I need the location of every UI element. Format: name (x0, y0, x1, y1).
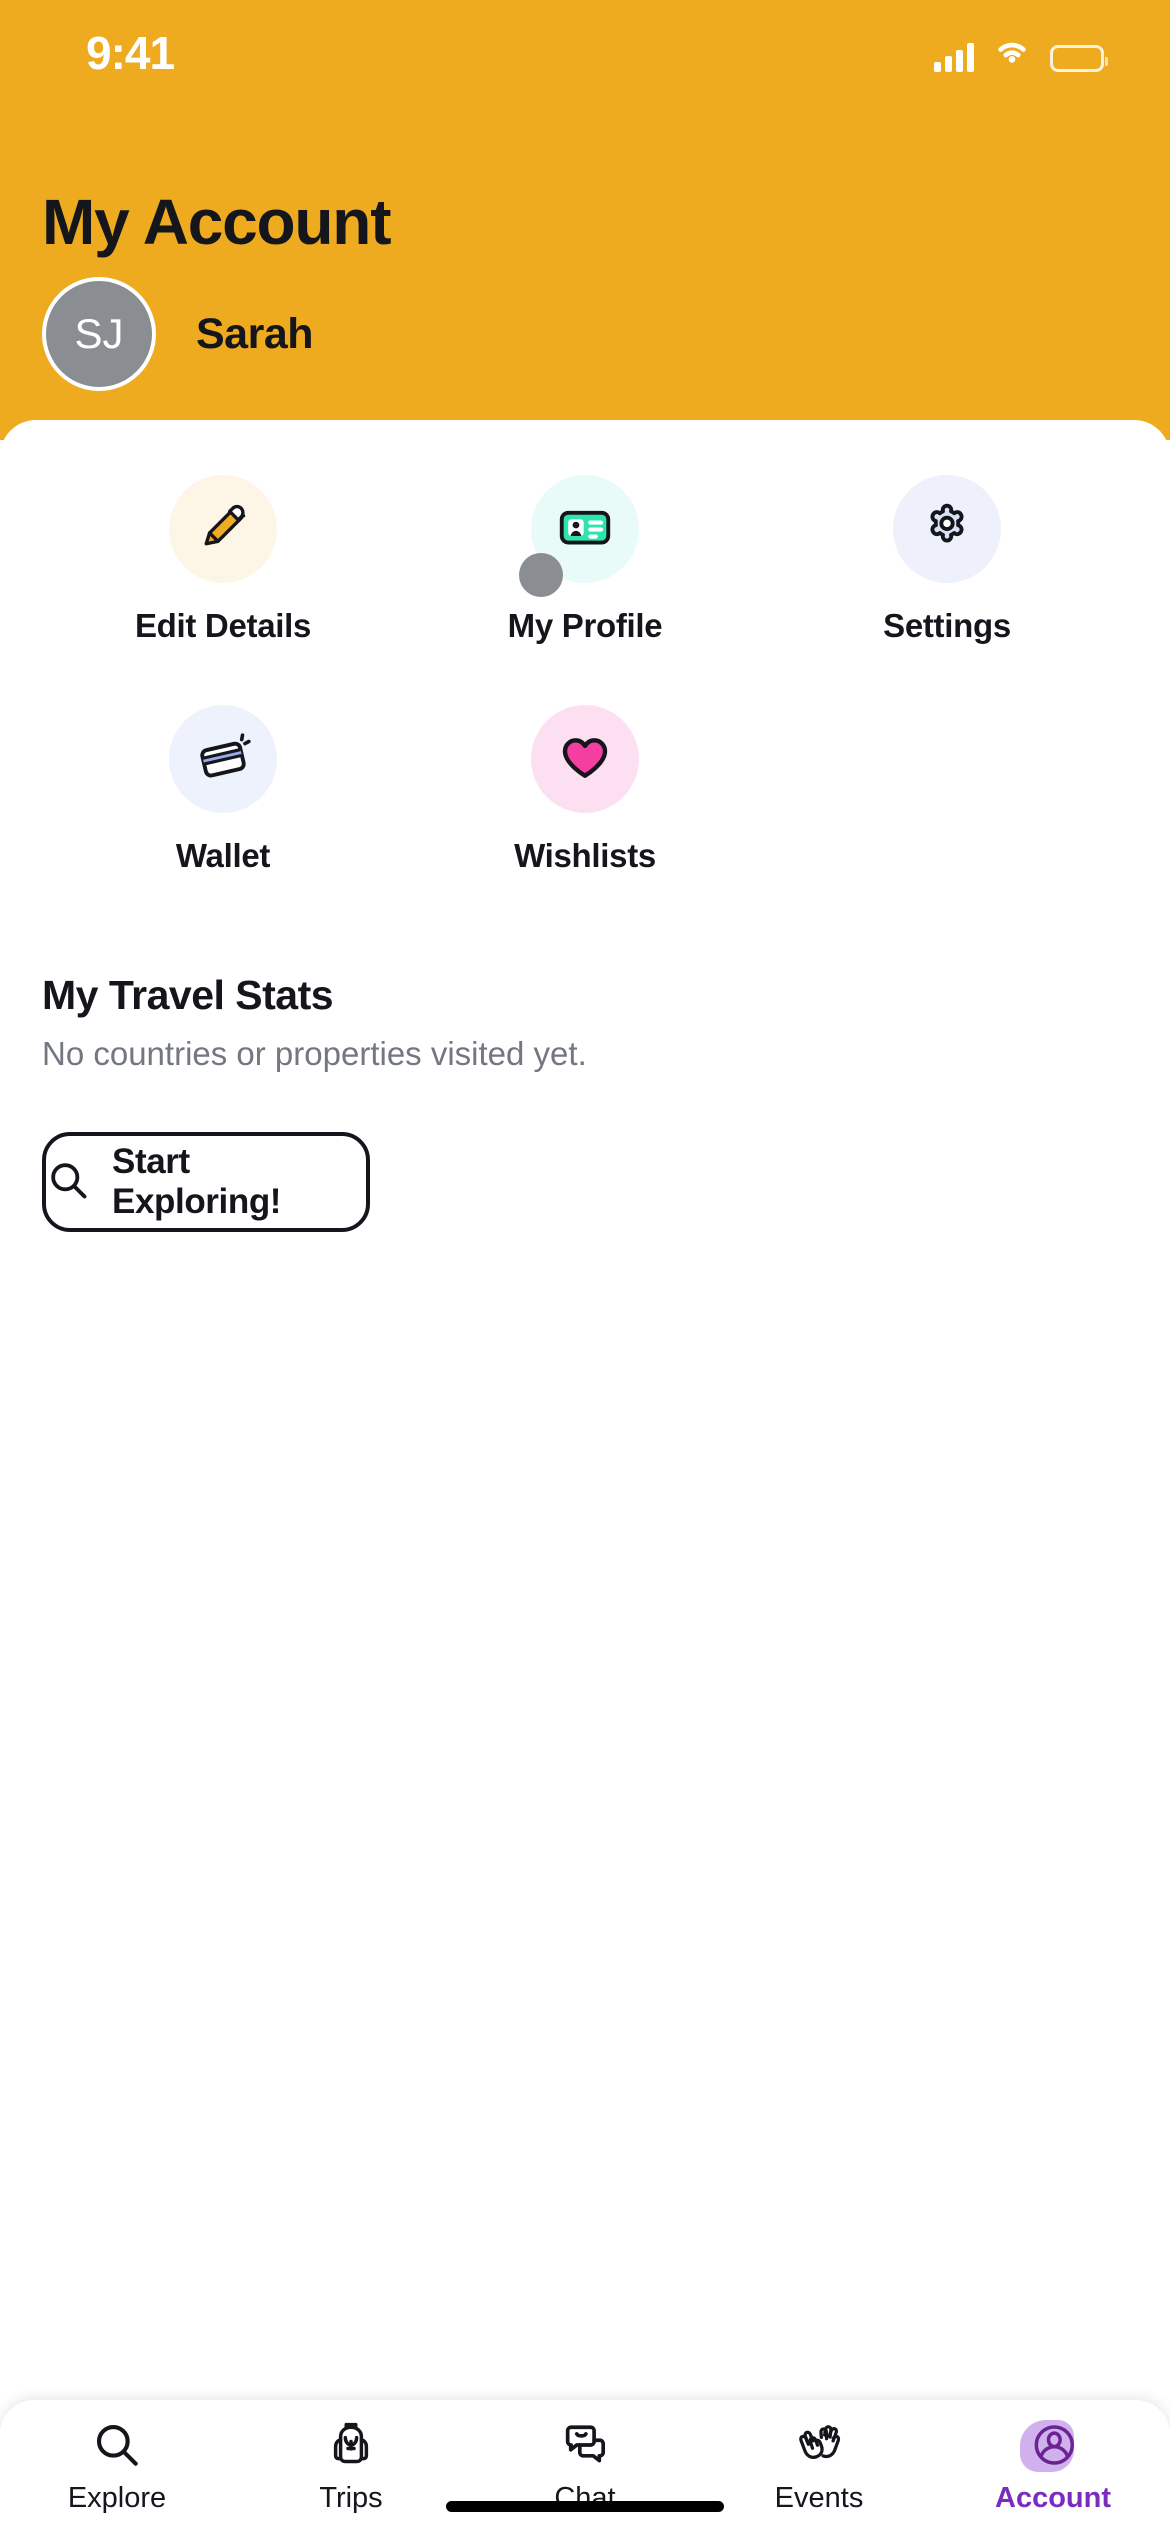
high-five-hands-icon (788, 2414, 850, 2476)
status-bar-icons (934, 30, 1108, 72)
action-label: My Profile (507, 607, 663, 644)
battery-icon (1050, 45, 1108, 72)
action-icon-bubble (531, 705, 639, 813)
action-icon-bubble (169, 705, 277, 813)
travel-stats-empty-message: No countries or properties visited yet. (42, 1035, 587, 1072)
tab-label: Account (995, 2482, 1111, 2514)
user-name: Sarah (196, 309, 314, 358)
avatar-initials: SJ (74, 310, 124, 357)
avatar[interactable]: SJ (42, 277, 156, 391)
tab-label: Trips (319, 2482, 383, 2514)
user-identity[interactable]: SJ Sarah (42, 277, 314, 391)
action-icon-bubble (893, 475, 1001, 583)
quick-actions-row-2: Wallet Wishlists (42, 705, 1128, 875)
backpack-icon (320, 2414, 382, 2476)
action-label: Wallet (175, 837, 271, 874)
start-exploring-label: Start Exploring! (112, 1142, 282, 1221)
id-card-icon (554, 496, 616, 563)
tab-chat[interactable]: Chat (468, 2400, 702, 2532)
quick-actions-grid: Edit Details My Profile Settings Wallet … (42, 475, 1128, 875)
action-my-profile[interactable]: My Profile (404, 475, 766, 645)
status-bar: 9:41 (0, 0, 1170, 110)
action-grid-spacer (766, 705, 1128, 875)
user-circle-icon (1020, 2414, 1084, 2476)
action-label: Edit Details (134, 607, 312, 644)
tab-trips[interactable]: Trips (234, 2400, 468, 2532)
account-content-sheet: Edit Details My Profile Settings Wallet … (0, 420, 1170, 2532)
action-label: Wishlists (514, 837, 656, 874)
travel-stats-section: My Travel Stats No countries or properti… (42, 972, 1128, 1073)
cellular-signal-icon (934, 42, 974, 72)
bottom-tab-bar: Explore Trips Chat Events Account (0, 2400, 1170, 2532)
tab-label: Explore (67, 2482, 167, 2514)
action-wallet[interactable]: Wallet (42, 705, 404, 875)
account-header: 9:41 My Account SJ Sarah (0, 0, 1170, 440)
action-wishlists[interactable]: Wishlists (404, 705, 766, 875)
tab-label: Events (774, 2482, 864, 2514)
search-icon (86, 2414, 148, 2476)
tab-account[interactable]: Account (936, 2400, 1170, 2532)
action-icon-bubble (519, 475, 639, 597)
wifi-icon (990, 35, 1034, 72)
action-icon-bubble (169, 475, 277, 583)
gear-icon (916, 496, 978, 563)
tab-explore[interactable]: Explore (0, 2400, 234, 2532)
quick-actions-row-1: Edit Details My Profile Settings (42, 475, 1128, 645)
heart-icon (554, 726, 616, 793)
start-exploring-button[interactable]: Start Exploring! (42, 1132, 370, 1232)
chat-bubbles-icon (554, 2414, 616, 2476)
page-title: My Account (42, 186, 392, 258)
travel-stats-title: My Travel Stats (42, 972, 334, 1018)
action-settings[interactable]: Settings (766, 475, 1128, 645)
tab-events[interactable]: Events (702, 2400, 936, 2532)
search-icon (46, 1158, 90, 1207)
pencil-icon (192, 496, 254, 563)
action-edit-details[interactable]: Edit Details (42, 475, 404, 645)
credit-card-icon (192, 726, 254, 793)
action-label: Settings (883, 607, 1011, 644)
status-bar-clock: 9:41 (86, 27, 175, 79)
profile-badge-dot (519, 553, 563, 597)
home-indicator (446, 2501, 724, 2512)
